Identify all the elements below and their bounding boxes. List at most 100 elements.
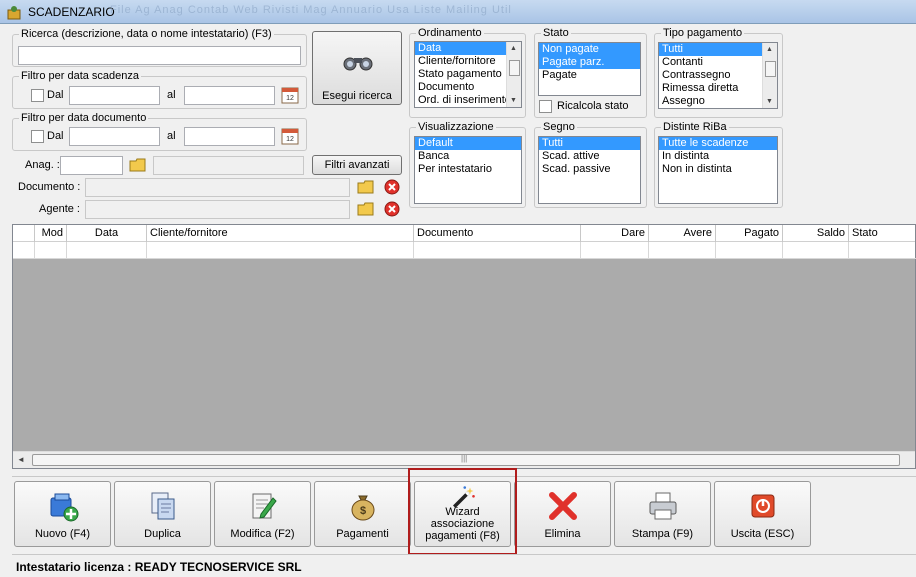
table-cell[interactable] — [581, 242, 649, 259]
table-cell[interactable] — [35, 242, 67, 259]
column-header[interactable]: Cliente/fornitore — [147, 225, 414, 242]
column-header[interactable]: Documento — [414, 225, 581, 242]
app-icon — [7, 6, 21, 20]
column-header[interactable]: Pagato — [716, 225, 783, 242]
payment-type-label: Tipo pagamento — [661, 27, 745, 39]
table-cell[interactable] — [716, 242, 783, 259]
calendar-icon[interactable]: 12 — [281, 86, 299, 104]
status-bar: Intestatario licenza : READY TECNOSERVIC… — [12, 554, 916, 577]
new-button[interactable]: Nuovo (F4) — [14, 481, 111, 547]
row-selector[interactable] — [13, 242, 35, 259]
scroll-up-icon[interactable]: ▲ — [766, 46, 773, 53]
print-button[interactable]: Stampa (F9) — [614, 481, 711, 547]
grid-horizontal-scrollbar[interactable]: ◄ ||| — [13, 451, 915, 468]
search-button[interactable]: Esegui ricerca — [312, 31, 402, 105]
ordinamento-list[interactable]: Data Cliente/fornitore Stato pagamento D… — [414, 41, 522, 108]
list-item[interactable]: Contrassegno — [659, 69, 777, 82]
scroll-down-icon[interactable]: ▼ — [766, 98, 773, 105]
search-input[interactable] — [18, 46, 301, 65]
due-date-to-input[interactable] — [184, 86, 275, 105]
calendar-icon[interactable]: 12 — [281, 127, 299, 145]
clear-icon[interactable] — [383, 200, 401, 218]
table-cell[interactable] — [783, 242, 849, 259]
ordinamento-label: Ordinamento — [416, 27, 484, 39]
edit-button-label: Modifica (F2) — [230, 528, 295, 540]
sign-list[interactable]: Tutti Scad. attive Scad. passive — [538, 136, 641, 204]
column-header[interactable]: Mod — [35, 225, 67, 242]
anag-code-input[interactable] — [60, 156, 123, 175]
wizard-highlight-frame — [408, 468, 517, 555]
list-item[interactable]: Pagate — [539, 69, 640, 82]
clear-icon[interactable] — [383, 178, 401, 196]
list-item[interactable]: Per intestatario — [415, 163, 521, 176]
duplicate-button-label: Duplica — [144, 528, 181, 540]
svg-text:12: 12 — [286, 136, 294, 143]
stato-list[interactable]: Non pagate Pagate parz. Pagate — [538, 42, 641, 96]
list-item[interactable]: Tutti — [539, 137, 640, 150]
scroll-up-icon[interactable]: ▲ — [510, 45, 517, 52]
payment-type-list[interactable]: Tutti Contanti Contrassegno Rimessa dire… — [658, 42, 778, 109]
duplicate-button[interactable]: Duplica — [114, 481, 211, 547]
money-bag-icon: $ — [351, 495, 374, 521]
table-row[interactable] — [13, 242, 916, 259]
column-header[interactable]: Dare — [581, 225, 649, 242]
list-item[interactable]: Assegno — [659, 95, 777, 108]
list-item[interactable]: Banca — [415, 150, 521, 163]
list-item[interactable]: Scad. attive — [539, 150, 640, 163]
search-button-label: Esegui ricerca — [322, 90, 392, 102]
due-date-from-input[interactable] — [69, 86, 160, 105]
documento-field — [85, 178, 350, 197]
list-item[interactable]: Non in distinta — [659, 163, 777, 176]
column-header[interactable]: Stato — [849, 225, 916, 242]
table-cell[interactable] — [147, 242, 414, 259]
grid-header: Mod Data Cliente/fornitore Documento Dar… — [13, 225, 915, 242]
folder-icon[interactable] — [129, 156, 147, 174]
folder-icon[interactable] — [357, 200, 375, 218]
table-cell[interactable] — [414, 242, 581, 259]
table-cell[interactable] — [649, 242, 716, 259]
due-dates-grid[interactable]: Mod Data Cliente/fornitore Documento Dar… — [12, 224, 916, 469]
payments-button-label: Pagamenti — [336, 528, 389, 540]
doc-date-from-input[interactable] — [69, 127, 160, 146]
column-header[interactable]: Data — [67, 225, 147, 242]
folder-icon[interactable] — [357, 178, 375, 196]
list-item[interactable]: Contanti — [659, 56, 777, 69]
edit-button[interactable]: Modifica (F2) — [214, 481, 311, 547]
riba-list[interactable]: Tutte le scadenze In distinta Non in dis… — [658, 136, 778, 204]
payments-button[interactable]: $ Pagamenti — [314, 481, 411, 547]
table-cell[interactable] — [67, 242, 147, 259]
table-cell[interactable] — [849, 242, 916, 259]
column-header[interactable]: Avere — [649, 225, 716, 242]
list-item[interactable]: In distinta — [659, 150, 777, 163]
list-item[interactable]: Scad. passive — [539, 163, 640, 176]
view-label: Visualizzazione — [416, 121, 496, 133]
view-list[interactable]: Default Banca Per intestatario — [414, 136, 522, 204]
doc-date-to-input[interactable] — [184, 127, 275, 146]
list-item[interactable]: Data — [415, 42, 506, 55]
agente-field — [85, 200, 350, 219]
ordinamento-scrollbar[interactable]: ▲ ▼ — [506, 42, 521, 107]
scroll-thumb[interactable] — [509, 60, 520, 76]
doc-date-checkbox[interactable] — [31, 130, 44, 143]
list-item[interactable]: Non pagate — [539, 43, 640, 56]
svg-text:12: 12 — [286, 95, 294, 102]
list-item[interactable]: Tutti — [659, 43, 762, 56]
recalc-status-checkbox[interactable] — [539, 100, 552, 113]
advanced-filters-button[interactable]: Filtri avanzati — [312, 155, 402, 175]
delete-button[interactable]: Elimina — [514, 481, 611, 547]
due-date-checkbox[interactable] — [31, 89, 44, 102]
list-item[interactable]: Tutte le scadenze — [659, 137, 777, 150]
list-item[interactable]: Pagate parz. — [539, 56, 640, 69]
search-label: Ricerca (descrizione, data o nome intest… — [19, 28, 274, 40]
scroll-thumb[interactable]: ||| — [32, 454, 900, 466]
list-item[interactable]: Default — [415, 137, 521, 150]
payment-type-scrollbar[interactable]: ▲ ▼ — [762, 43, 777, 108]
scroll-thumb[interactable] — [765, 61, 776, 77]
license-holder-text: Intestatario licenza : READY TECNOSERVIC… — [16, 560, 302, 574]
list-item[interactable]: Rimessa diretta — [659, 82, 777, 95]
scroll-left-icon[interactable]: ◄ — [17, 455, 25, 464]
scroll-down-icon[interactable]: ▼ — [510, 97, 517, 104]
recalc-status-label: Ricalcola stato — [557, 100, 629, 112]
column-header[interactable]: Saldo — [783, 225, 849, 242]
exit-button[interactable]: Uscita (ESC) — [714, 481, 811, 547]
